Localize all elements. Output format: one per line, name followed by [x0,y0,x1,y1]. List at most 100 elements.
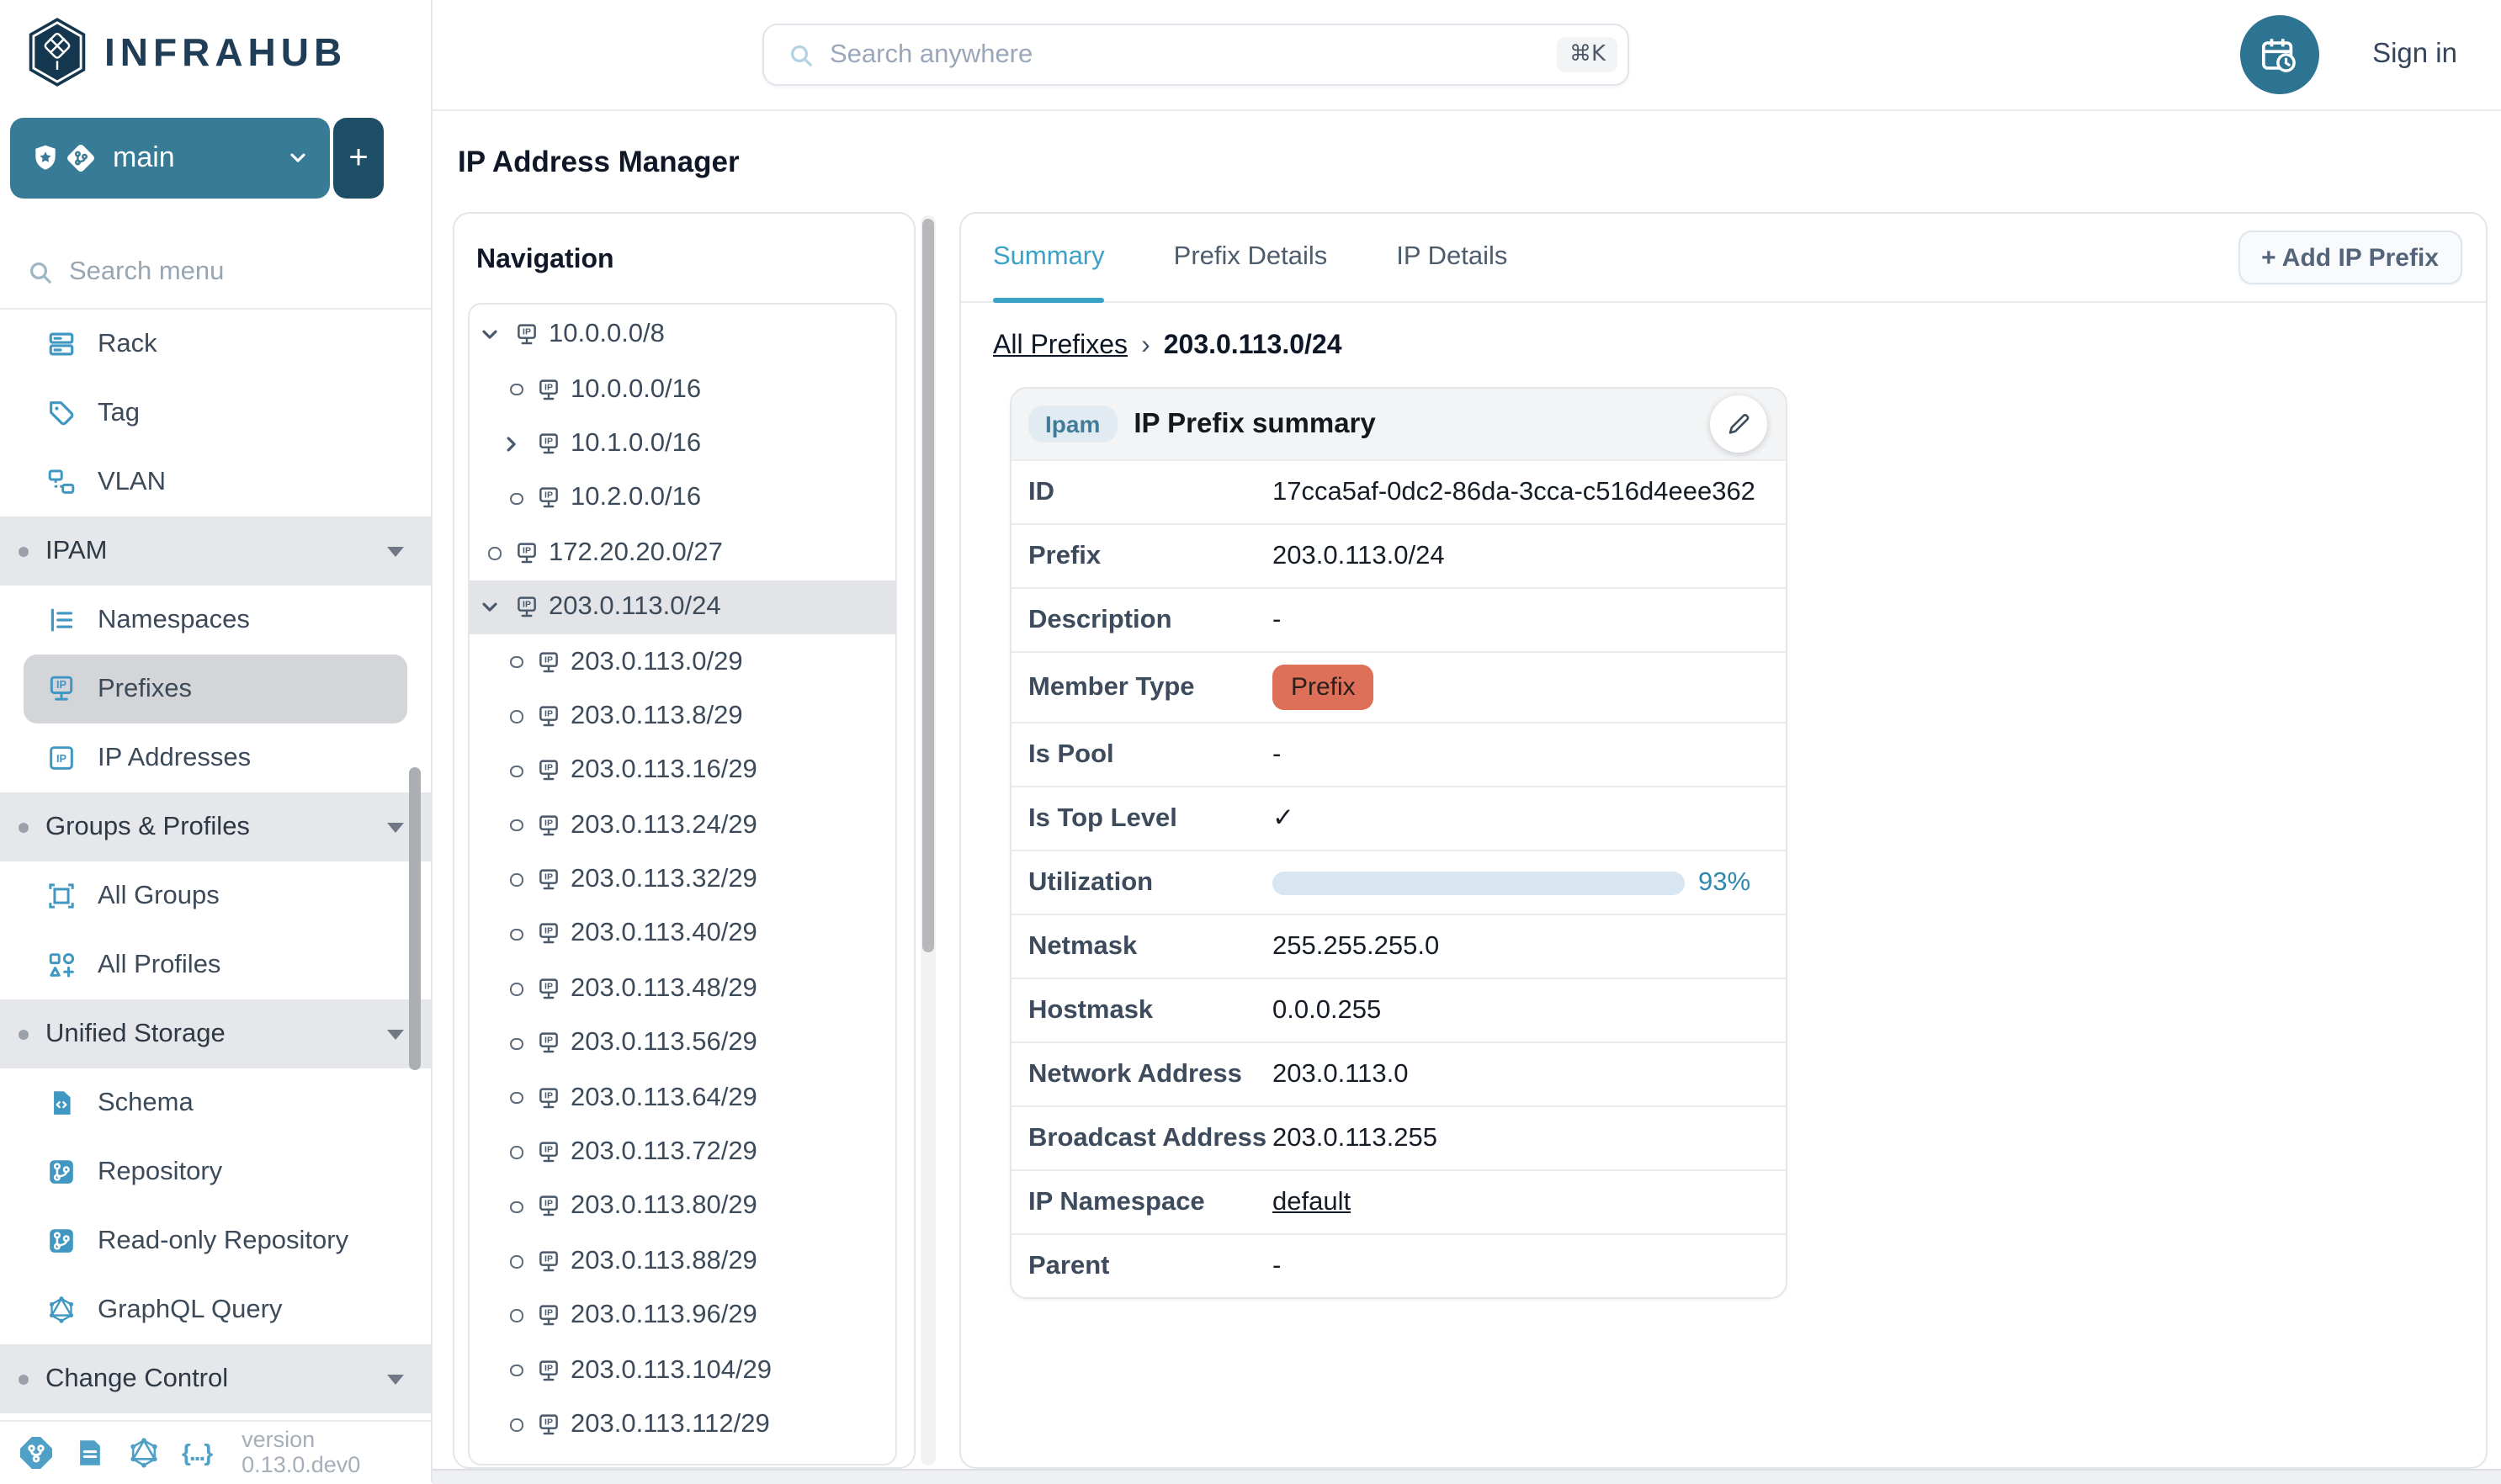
tree-marker[interactable] [507,1092,527,1105]
tree-scrollbar-thumb[interactable] [922,219,934,952]
tree-item-10-1-0-0-16[interactable]: 10.1.0.0/16 [470,417,895,472]
summary-value: 0.0.0.255 [1272,995,1381,1026]
braces-icon[interactable]: {...} [182,1439,211,1465]
summary-row-member-type: Member TypePrefix [1012,651,1786,722]
namespace-link[interactable]: default [1272,1187,1351,1217]
sidebar-item-tag[interactable]: Tag [0,379,431,448]
edit-button[interactable] [1710,395,1767,453]
breadcrumb-all-prefixes-link[interactable]: All Prefixes [993,331,1128,362]
tree-scrollbar[interactable] [921,215,936,1465]
chevron-down-icon [387,1374,404,1384]
sidebar-scrollbar[interactable] [409,767,421,1070]
sidebar-item-prefixes[interactable]: Prefixes [24,655,407,723]
tree-marker[interactable] [507,1147,527,1159]
prefix-icon [537,650,560,674]
tree-marker[interactable] [507,983,527,995]
tree-marker[interactable] [507,1037,527,1050]
tree-marker[interactable] [507,1419,527,1432]
tab-ip-details[interactable]: IP Details [1396,214,1507,301]
global-search-input[interactable]: Search anywhere ⌘K [762,24,1629,86]
sidebar-section-groups-profiles[interactable]: Groups & Profiles [0,792,431,861]
infrahub-logo[interactable]: INFRAHUB [25,17,347,87]
sidebar-item-all-profiles[interactable]: All Profiles [0,930,431,999]
navigation-panel: Navigation 10.0.0.0/810.0.0.0/1610.1.0.0… [453,212,916,1469]
tree-marker[interactable] [507,1310,527,1322]
sidebar-item-all-groups[interactable]: All Groups [0,861,431,930]
tree-item-203-0-113-120-29[interactable]: 203.0.113.120/29 [470,1452,895,1465]
tree-item-203-0-113-88-29[interactable]: 203.0.113.88/29 [470,1234,895,1289]
tree-item-203-0-113-16-29[interactable]: 203.0.113.16/29 [470,744,895,798]
sidebar-item-vlan[interactable]: VLAN [0,448,431,517]
sidebar-section-change-control[interactable]: Change Control [0,1344,431,1413]
sign-in-button[interactable]: Sign in [2372,39,2457,71]
graphql-icon[interactable] [128,1436,160,1468]
tree-item-203-0-113-80-29[interactable]: 203.0.113.80/29 [470,1180,895,1235]
tree-item-10-0-0-0-16[interactable]: 10.0.0.0/16 [470,363,895,417]
tree-marker[interactable] [507,1365,527,1377]
git-fork-icon[interactable] [20,1436,52,1468]
tree-marker[interactable] [485,323,505,347]
tree-item-203-0-113-0-29[interactable]: 203.0.113.0/29 [470,635,895,690]
sidebar-search-input[interactable]: Search menu [0,236,431,310]
horizontal-scrollbar-track[interactable] [433,1469,2501,1484]
tree-item-203-0-113-24-29[interactable]: 203.0.113.24/29 [470,798,895,853]
tree-item-203-0-113-72-29[interactable]: 203.0.113.72/29 [470,1126,895,1180]
document-icon[interactable] [74,1436,106,1468]
sidebar-item-namespaces[interactable]: Namespaces [0,586,431,655]
sidebar-section-unified-storage[interactable]: Unified Storage [0,999,431,1068]
tree-item-203-0-113-0-24[interactable]: 203.0.113.0/24 [470,580,895,635]
tree-marker[interactable] [507,710,527,723]
tree-item-203-0-113-96-29[interactable]: 203.0.113.96/29 [470,1289,895,1344]
tree-item-label: 203.0.113.64/29 [571,1083,757,1113]
tree-item-label: 203.0.113.8/29 [571,702,743,732]
ipam-badge: Ipam [1028,405,1117,443]
tree-item-203-0-113-40-29[interactable]: 203.0.113.40/29 [470,908,895,962]
sidebar-item-ip-addresses[interactable]: IP Addresses [0,723,431,792]
tree-item-203-0-113-32-29[interactable]: 203.0.113.32/29 [470,853,895,908]
tree-marker[interactable] [507,384,527,396]
tree-marker[interactable] [507,1200,527,1213]
all-groups-icon [47,882,76,910]
leaf-circle-icon [511,1092,523,1105]
tree-item-203-0-113-112-29[interactable]: 203.0.113.112/29 [470,1398,895,1453]
sidebar-item-repository[interactable]: Repository [0,1137,431,1206]
bullet-icon [19,1374,29,1384]
tree-item-172-20-20-0-27[interactable]: 172.20.20.0/27 [470,526,895,580]
tree-item-203-0-113-56-29[interactable]: 203.0.113.56/29 [470,1016,895,1071]
tree-marker[interactable] [507,874,527,887]
summary-value: ✓ [1272,803,1294,835]
tree-marker[interactable] [485,596,505,619]
leaf-circle-icon [511,765,523,777]
tab-summary[interactable]: Summary [993,214,1105,301]
tree-marker[interactable] [507,656,527,669]
tree-marker[interactable] [485,547,505,559]
summary-value: 255.255.255.0 [1272,931,1439,962]
sidebar-item-graphql-query[interactable]: GraphQL Query [0,1275,431,1344]
sidebar-item-rack[interactable]: Rack [0,310,431,379]
time-travel-button[interactable] [2239,15,2318,94]
sidebar-section-ipam[interactable]: IPAM [0,517,431,586]
tree-marker[interactable] [507,432,527,456]
branch-selector[interactable]: main [10,118,330,199]
tree-item-10-0-0-0-8[interactable]: 10.0.0.0/8 [470,308,895,363]
add-ip-prefix-button[interactable]: + Add IP Prefix [2238,231,2462,284]
summary-label: Broadcast Address [1028,1123,1272,1153]
add-branch-button[interactable]: + [333,118,384,199]
tree-item-10-2-0-0-16[interactable]: 10.2.0.0/16 [470,471,895,526]
sidebar-item-label: IP Addresses [98,743,251,773]
tree-item-203-0-113-8-29[interactable]: 203.0.113.8/29 [470,689,895,744]
tree-item-203-0-113-104-29[interactable]: 203.0.113.104/29 [470,1344,895,1398]
tree-marker[interactable] [507,765,527,777]
tab-prefix-details[interactable]: Prefix Details [1174,214,1328,301]
tree-item-203-0-113-48-29[interactable]: 203.0.113.48/29 [470,962,895,1016]
tree-marker[interactable] [507,819,527,832]
tree-item-203-0-113-64-29[interactable]: 203.0.113.64/29 [470,1071,895,1126]
utilization-progress-bar [1272,871,1685,894]
utilization-percent: 93% [1698,867,1750,898]
sidebar-item-read-only-repository[interactable]: Read-only Repository [0,1206,431,1275]
tree-marker[interactable] [507,928,527,941]
sidebar-item-schema[interactable]: Schema [0,1068,431,1137]
tree-marker[interactable] [507,492,527,505]
tree-marker[interactable] [507,1255,527,1268]
sidebar-menu: RackTagVLANIPAMNamespacesPrefixes IP Addr… [0,310,431,1413]
